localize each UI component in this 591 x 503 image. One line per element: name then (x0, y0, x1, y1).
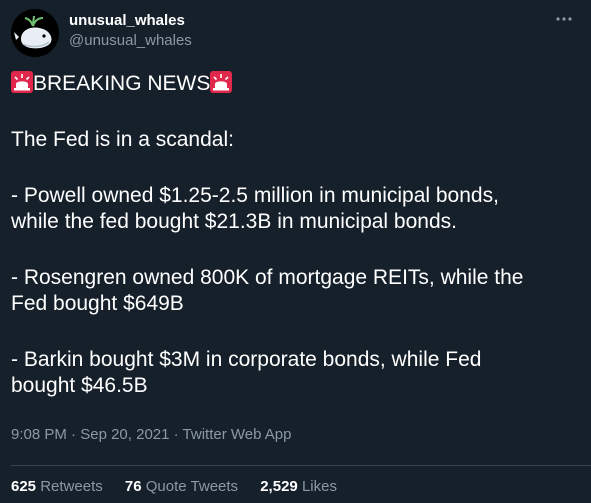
text-line: - Powell owned $1.25-2.5 million in muni… (11, 184, 499, 207)
likes-label: Likes (301, 478, 337, 495)
avatar[interactable] (11, 9, 59, 57)
text-line: The Fed is in a scandal: (11, 128, 234, 151)
text-line: bought $46.5B (11, 374, 148, 397)
text-line: while the fed bought $21.3B in municipal… (11, 210, 457, 233)
display-name[interactable]: unusual_whales (69, 12, 185, 29)
police-siren-icon (11, 71, 33, 93)
retweets-label: Retweets (40, 478, 103, 495)
quote-tweets-stat[interactable]: 76 Quote Tweets (125, 478, 238, 495)
text-line: - Barkin bought $3M in corporate bonds, … (11, 348, 482, 371)
tweet-text: BREAKING NEWS The Fed is in a scandal: -… (11, 71, 581, 399)
likes-stat[interactable]: 2,529 Likes (260, 478, 337, 495)
engagement-stats: 625 Retweets 76 Quote Tweets 2,529 Likes (11, 478, 355, 495)
more-icon[interactable] (553, 12, 575, 26)
tweet-time[interactable]: 9:08 PM (11, 426, 67, 443)
whale-icon (11, 9, 59, 57)
breaking-label: BREAKING NEWS (33, 72, 211, 95)
tweet-source[interactable]: Twitter Web App (183, 426, 292, 443)
quote-tweets-label: Quote Tweets (145, 478, 239, 495)
likes-count: 2,529 (260, 478, 298, 495)
text-line: Fed bought $649B (11, 292, 184, 315)
retweets-stat[interactable]: 625 Retweets (11, 478, 103, 495)
separator: · (66, 426, 81, 443)
police-siren-icon (210, 71, 233, 93)
text-line: - Rosengren owned 800K of mortgage REITs… (11, 266, 524, 289)
separator: · (169, 426, 183, 443)
divider (11, 465, 591, 466)
retweets-count: 625 (11, 478, 37, 495)
user-handle[interactable]: @unusual_whales (69, 32, 192, 49)
tweet-date[interactable]: Sep 20, 2021 (80, 426, 169, 443)
breaking-line: BREAKING NEWS (11, 71, 581, 97)
quote-tweets-count: 76 (124, 478, 142, 495)
tweet-meta: 9:08 PM · Sep 20, 2021 · Twitter Web App (11, 426, 291, 443)
